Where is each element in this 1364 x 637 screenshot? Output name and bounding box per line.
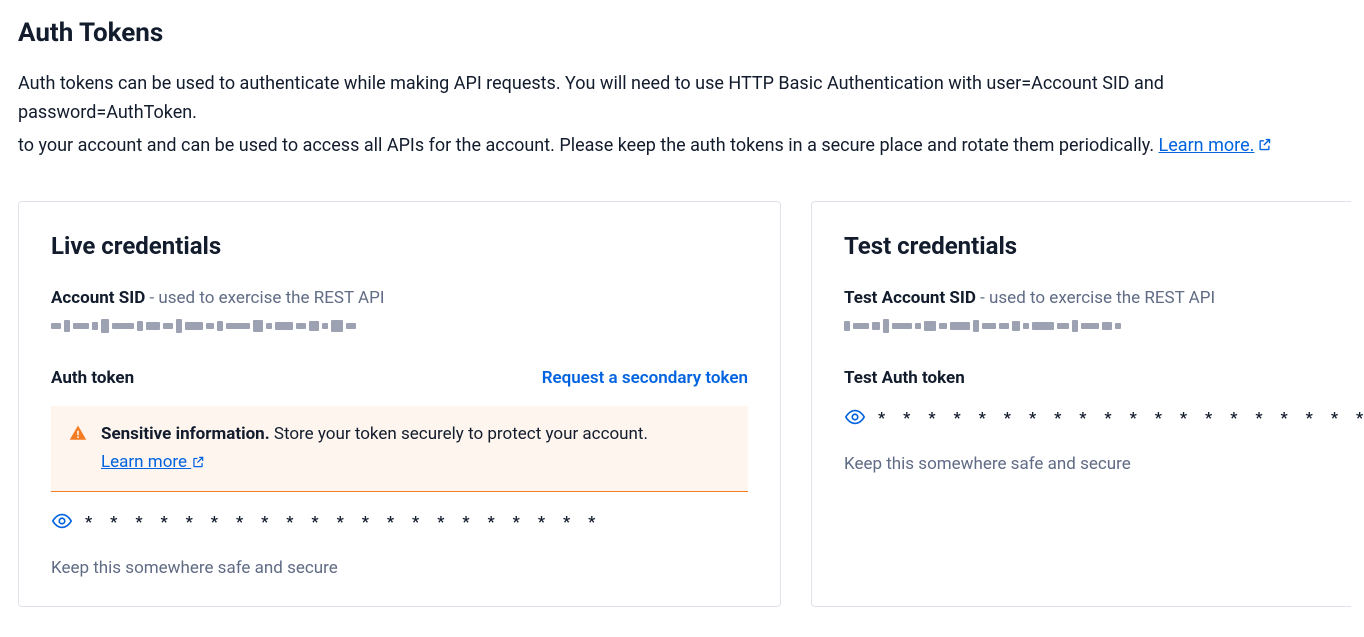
live-card-title: Live credentials [51, 232, 748, 260]
alert-text: Store your token securely to protect you… [270, 424, 648, 444]
sensitive-info-alert: Sensitive information. Store your token … [51, 406, 748, 492]
cards-row: Live credentials Account SID - used to e… [18, 201, 1346, 607]
live-credentials-card: Live credentials Account SID - used to e… [18, 201, 781, 607]
test-token-masked: * * * * * * * * * * * * * * * * * * * * … [878, 408, 1364, 427]
description-line-1: Auth tokens can be used to authenticate … [18, 70, 1346, 128]
test-account-sid-label: Test Account SID - used to exercise the … [844, 288, 1341, 308]
test-auth-token-label: Test Auth token [844, 368, 965, 388]
description-line-2: to your account and can be used to acces… [18, 132, 1346, 162]
alert-learn-more-text: Learn more [101, 452, 187, 472]
warning-icon [69, 424, 87, 446]
reveal-test-token-button[interactable] [844, 406, 866, 428]
live-token-row: * * * * * * * * * * * * * * * * * * * * … [51, 510, 748, 532]
test-card-title: Test credentials [844, 232, 1341, 260]
reveal-token-button[interactable] [51, 510, 73, 532]
test-auth-token-header-row: Test Auth token [844, 368, 1341, 388]
test-account-sid-value-blurred [844, 314, 1341, 338]
live-token-masked: * * * * * * * * * * * * * * * * * * * * … [85, 512, 602, 531]
account-sid-label-strong: Account SID [51, 288, 145, 308]
alert-body: Sensitive information. Store your token … [101, 422, 648, 475]
auth-token-header-row: Auth token Request a secondary token [51, 368, 748, 388]
alert-learn-more-link[interactable]: Learn more [101, 450, 205, 476]
learn-more-text: Learn more. [1159, 135, 1255, 156]
account-sid-hint: - used to exercise the REST API [145, 288, 384, 308]
request-secondary-token-link[interactable]: Request a secondary token [542, 368, 748, 388]
external-link-icon [1257, 133, 1272, 162]
test-account-sid-label-strong: Test Account SID [844, 288, 976, 308]
page-title: Auth Tokens [18, 18, 1346, 48]
external-link-icon [191, 452, 205, 472]
live-helper-text: Keep this somewhere safe and secure [51, 558, 748, 578]
alert-bold: Sensitive information. [101, 424, 270, 444]
test-helper-text: Keep this somewhere safe and secure [844, 454, 1341, 474]
account-sid-label: Account SID - used to exercise the REST … [51, 288, 748, 308]
learn-more-link[interactable]: Learn more. [1159, 135, 1273, 156]
account-sid-value-blurred [51, 314, 748, 338]
auth-token-label: Auth token [51, 368, 134, 388]
test-credentials-card: Test credentials Test Account SID - used… [811, 201, 1351, 607]
test-account-sid-hint: - used to exercise the REST API [976, 288, 1215, 308]
test-token-row: * * * * * * * * * * * * * * * * * * * * … [844, 406, 1341, 428]
description-line-2-text: to your account and can be used to acces… [18, 135, 1159, 156]
